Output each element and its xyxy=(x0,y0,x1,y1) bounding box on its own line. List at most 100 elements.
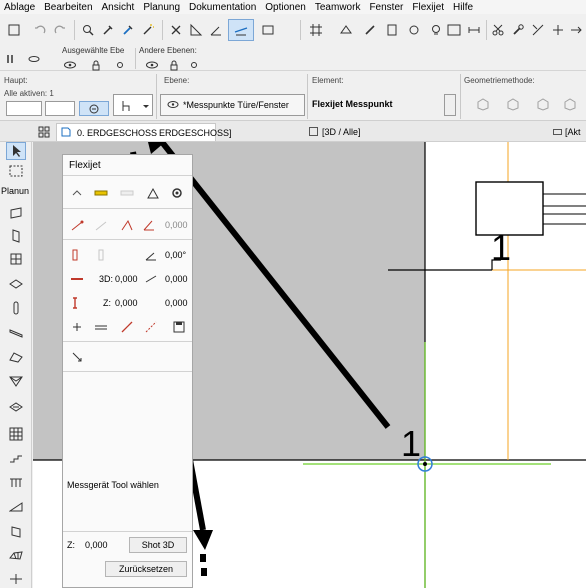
diagonal-icon[interactable] xyxy=(119,319,135,335)
open-icon[interactable] xyxy=(6,22,22,38)
height-z-icon[interactable] xyxy=(69,295,85,311)
layer-select[interactable]: *Messpunkte Türe/Fenster xyxy=(160,94,305,116)
geometry-rotated-icon[interactable] xyxy=(535,96,551,112)
find-select-icon[interactable] xyxy=(80,22,96,38)
menu-item-optionen[interactable]: Optionen xyxy=(261,2,311,13)
signal-icon[interactable] xyxy=(69,185,85,201)
angle-icon[interactable] xyxy=(208,22,224,38)
grid-icon[interactable] xyxy=(308,22,324,38)
point-angle-icon[interactable] xyxy=(141,217,157,233)
adjust-icon[interactable] xyxy=(568,22,584,38)
layer-settings-icon[interactable] xyxy=(4,51,20,67)
menu-item-bearbeiten[interactable]: Bearbeiten xyxy=(40,2,97,13)
window-tool-icon[interactable] xyxy=(6,250,26,268)
chevron-down-icon xyxy=(138,98,154,114)
slab-tool-icon[interactable] xyxy=(6,275,26,293)
inject-icon[interactable] xyxy=(120,22,136,38)
other-eye-icon[interactable] xyxy=(144,57,160,73)
mesh-tool-icon[interactable] xyxy=(6,547,26,565)
door-tool-icon[interactable] xyxy=(6,227,26,245)
lock-icon[interactable] xyxy=(88,57,104,73)
tab-floor-label: 0. ERDGESCHOSS xyxy=(77,127,158,138)
split-icon[interactable] xyxy=(550,22,566,38)
cross-icon[interactable] xyxy=(168,22,184,38)
marquee-mode-button[interactable] xyxy=(45,101,75,116)
menu-item-dokumentation[interactable]: Dokumentation xyxy=(185,2,261,13)
geometry-box-icon[interactable] xyxy=(475,96,491,112)
stair-tool-icon[interactable] xyxy=(6,449,26,467)
column-tool-icon[interactable] xyxy=(6,299,26,317)
pen-set-icon[interactable] xyxy=(362,22,378,38)
angle-measure-icon[interactable] xyxy=(143,247,159,263)
ruler-icon[interactable] xyxy=(188,22,204,38)
level-yellow-icon[interactable] xyxy=(93,185,109,201)
diagonal-dashed-icon[interactable] xyxy=(143,319,159,335)
undo-icon[interactable] xyxy=(32,22,48,38)
trim-icon[interactable] xyxy=(530,22,546,38)
distance-3d-icon[interactable] xyxy=(69,271,85,287)
level-triangle-icon[interactable] xyxy=(145,185,161,201)
tab-3d[interactable]: [3D / Alle] xyxy=(306,123,426,141)
point-gray-icon[interactable] xyxy=(93,217,109,233)
scissors-icon[interactable] xyxy=(490,22,506,38)
tab-floor-plan[interactable]: 0. ERDGESCHOSS ERDGESCHOSS] xyxy=(56,123,232,141)
element-next-button[interactable] xyxy=(444,94,456,116)
skylight-tool-icon[interactable] xyxy=(6,398,26,416)
object-tool-icon[interactable] xyxy=(6,523,26,541)
bulb-icon[interactable] xyxy=(428,22,444,38)
flexijet-palette: Flexijet 0,000 0,00° 3D: 0,000 0,000 Z: … xyxy=(62,154,193,588)
other-lock-icon[interactable] xyxy=(166,57,182,73)
wrench-icon[interactable] xyxy=(510,22,526,38)
railing-tool-icon[interactable] xyxy=(6,473,26,491)
geometry-rect-icon[interactable] xyxy=(562,96,578,112)
more-tools-icon[interactable] xyxy=(6,570,26,588)
dimension-icon[interactable] xyxy=(466,22,482,38)
menu-item-ansicht[interactable]: Ansicht xyxy=(98,2,140,13)
scale-icon[interactable] xyxy=(446,22,462,38)
save-icon[interactable] xyxy=(171,319,187,335)
arrow-tool-icon[interactable] xyxy=(6,142,26,160)
layer-combination-icon[interactable] xyxy=(338,22,354,38)
menu-item-hilfe[interactable]: Hilfe xyxy=(449,2,478,13)
eyedropper-icon[interactable] xyxy=(100,22,116,38)
marquee-tool-icon[interactable] xyxy=(6,162,26,180)
menu-item-planung[interactable]: Planung xyxy=(139,2,185,13)
geometry-slab-icon[interactable] xyxy=(505,96,521,112)
point-red-icon[interactable] xyxy=(69,217,85,233)
renovation-icon[interactable] xyxy=(406,22,422,38)
horizontal-distance-icon[interactable] xyxy=(143,271,159,287)
line-measure-icon[interactable] xyxy=(93,319,109,335)
other-wireframe-icon[interactable] xyxy=(186,57,202,73)
crosshair-icon[interactable] xyxy=(69,319,85,335)
tab-right[interactable]: [Akt xyxy=(552,123,586,141)
shell-tool-icon[interactable] xyxy=(6,372,26,390)
settings-gear-icon[interactable] xyxy=(169,185,185,201)
magic-wand-icon[interactable] xyxy=(140,22,156,38)
eye-icon[interactable] xyxy=(62,57,78,73)
wireframe-icon[interactable] xyxy=(112,57,128,73)
redo-icon[interactable] xyxy=(52,22,68,38)
menu-item-flexijet[interactable]: Flexijet xyxy=(408,2,449,13)
shot-3d-button[interactable]: Shot 3D xyxy=(129,537,187,553)
menu-item-ablage[interactable]: Ablage xyxy=(0,2,40,13)
beam-tool-icon[interactable] xyxy=(6,324,26,342)
snap-icon[interactable] xyxy=(260,22,276,38)
ramp-tool-icon[interactable] xyxy=(6,498,26,516)
level-gray-icon[interactable] xyxy=(119,185,135,201)
menu-item-teamwork[interactable]: Teamwork xyxy=(311,2,366,13)
curtain-wall-tool-icon[interactable] xyxy=(6,425,26,443)
roof-tool-icon[interactable] xyxy=(6,348,26,366)
hide-layer-icon[interactable] xyxy=(26,51,42,67)
reset-button[interactable]: Zurücksetzen xyxy=(105,561,187,577)
menu-item-fenster[interactable]: Fenster xyxy=(365,2,408,13)
haupt-label: Haupt: xyxy=(4,76,28,85)
height-icon[interactable] xyxy=(69,247,85,263)
pick-point-icon[interactable] xyxy=(69,349,85,365)
alle-aktiven-label: Alle aktiven: 1 xyxy=(4,89,54,98)
point-rect-icon[interactable] xyxy=(119,217,135,233)
selection-mode-button[interactable] xyxy=(6,101,42,116)
model-view-icon[interactable] xyxy=(384,22,400,38)
wall-tool-icon[interactable] xyxy=(6,204,26,222)
tab-overview-icon[interactable] xyxy=(36,124,52,140)
height-gray-icon[interactable] xyxy=(95,247,111,263)
